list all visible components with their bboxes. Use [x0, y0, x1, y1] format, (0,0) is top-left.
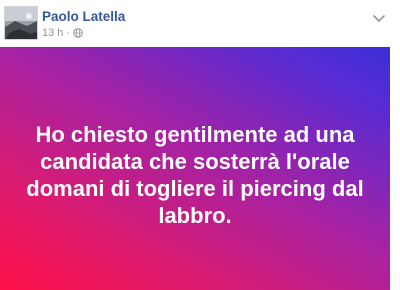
post-text: Ho chiesto gentilmente ad una candidata …: [26, 121, 364, 228]
chevron-down-icon[interactable]: [372, 11, 386, 22]
facebook-post: Paolo Latella 13 h · Ho chiesto gentilme…: [0, 0, 400, 290]
text-background-banner: Ho chiesto gentilmente ad una candidata …: [0, 47, 390, 290]
post-meta: 13 h ·: [42, 27, 83, 39]
post-timestamp[interactable]: 13 h: [42, 27, 63, 39]
meta-separator: ·: [66, 27, 71, 39]
post-header: Paolo Latella 13 h ·: [0, 0, 400, 46]
globe-icon[interactable]: [73, 28, 83, 38]
avatar[interactable]: [4, 6, 38, 40]
author-name[interactable]: Paolo Latella: [42, 9, 125, 24]
avatar-photo: [5, 7, 37, 39]
